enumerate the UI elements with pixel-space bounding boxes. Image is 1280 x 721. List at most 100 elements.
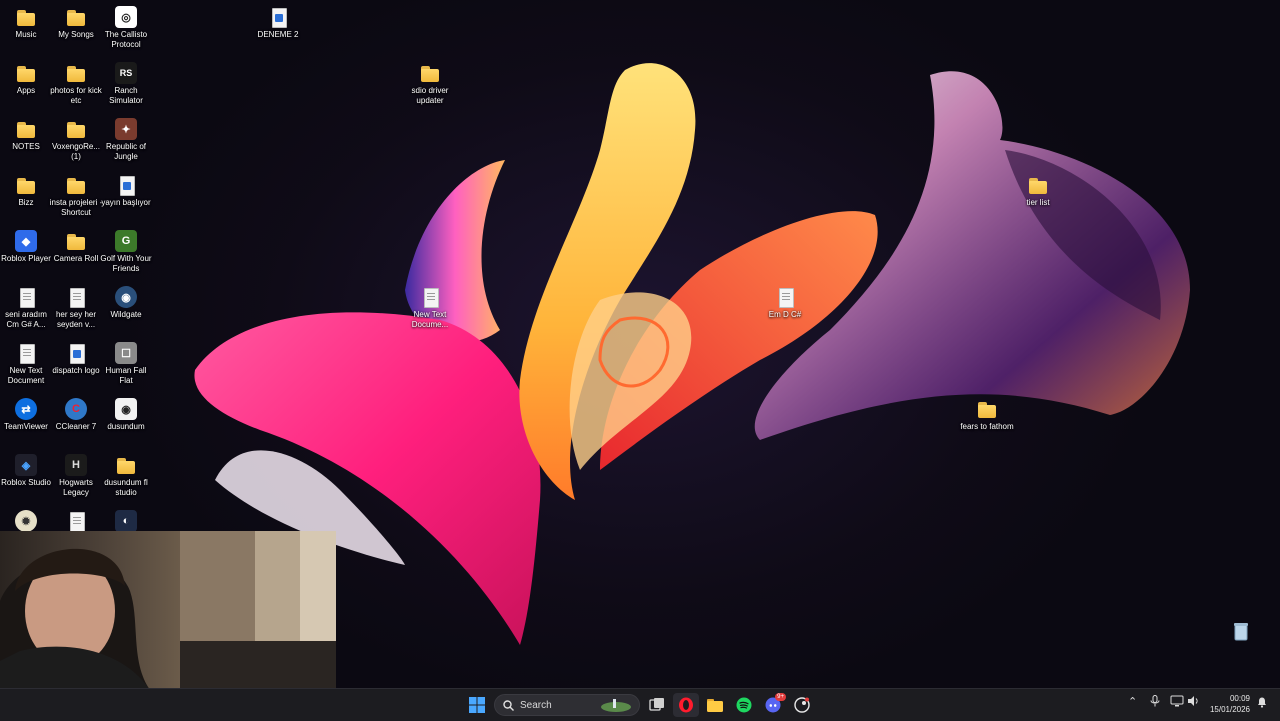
desktop-icon-hogwarts-legacy[interactable]: H Hogwarts Legacy	[50, 454, 102, 498]
desktop-icon-new-text-docume[interactable]: New Text Docume...	[404, 286, 456, 330]
desktop-icon-ccleaner[interactable]: C CCleaner 7	[50, 398, 102, 432]
recycle-bin-icon	[1230, 620, 1252, 642]
tray-overflow-chevron-icon[interactable]: ⌃	[1128, 695, 1137, 708]
taskbar-spotify[interactable]	[731, 693, 757, 717]
desktop-icon-my-songs[interactable]: My Songs	[50, 6, 102, 40]
ccleaner-icon: C	[65, 398, 87, 420]
desktop-icon-wildgate[interactable]: ◉ Wildgate	[100, 286, 152, 320]
golf-with-your-friends-icon: G	[115, 230, 137, 252]
desktop-icon-roblox-player[interactable]: ◆ Roblox Player	[0, 230, 52, 264]
desktop-icon-deneme-2[interactable]: DENEME 2	[252, 6, 304, 40]
hogwarts-legacy-icon: H	[65, 454, 87, 476]
document-icon	[65, 342, 87, 364]
folder-icon	[976, 398, 998, 420]
clock-date: 15/01/2026	[1209, 705, 1250, 714]
network-icon[interactable]	[1170, 695, 1184, 710]
teamviewer-icon: ⇄	[15, 398, 37, 420]
folder-icon	[15, 62, 37, 84]
notification-bell-icon[interactable]	[1256, 696, 1268, 711]
start-icon	[469, 697, 485, 713]
search-input[interactable]: Search	[494, 694, 640, 716]
roblox-player-icon: ◆	[15, 230, 37, 252]
folder-icon	[15, 118, 37, 140]
roblox-studio-icon: ◈	[15, 454, 37, 476]
app-icon: ✹	[15, 510, 37, 532]
desktop-icon-recycle-bin[interactable]	[1215, 620, 1267, 642]
volume-icon[interactable]	[1187, 695, 1200, 710]
text-document-icon	[15, 342, 37, 364]
desktop-icon-partial-2[interactable]	[50, 510, 102, 532]
desktop-icon-tier-list[interactable]: tier list	[1012, 174, 1064, 208]
desktop-icon-roblox-studio[interactable]: ◈ Roblox Studio	[0, 454, 52, 488]
text-document-icon	[15, 286, 37, 308]
spotify-icon	[736, 697, 752, 713]
desktop-icon-insta-projeleri[interactable]: insta projeleri - Shortcut	[50, 174, 102, 218]
folder-icon	[65, 62, 87, 84]
desktop-icon-bizz[interactable]: Bizz	[0, 174, 52, 208]
opera-icon	[679, 697, 693, 713]
desktop-icon-the-callisto-protocol[interactable]: ◎ The Callisto Protocol	[100, 6, 152, 50]
desktop-icon-partial-3[interactable]: ◐	[100, 510, 152, 532]
clock[interactable]: 00:09 15/01/2026	[1210, 693, 1250, 715]
desktop-icon-republic-of-jungle[interactable]: ✦ Republic of Jungle	[100, 118, 152, 162]
desktop[interactable]: Music My Songs ◎ The Callisto Protocol D…	[0, 0, 1280, 688]
ranch-simulator-icon: RS	[115, 62, 137, 84]
wildgate-icon: ◉	[115, 286, 137, 308]
desktop-icon-yayin-basliyor[interactable]: yayın başlıyor	[100, 174, 152, 208]
folder-icon	[419, 62, 441, 84]
folder-icon	[65, 230, 87, 252]
dusundum-icon: ◉	[115, 398, 137, 420]
desktop-icon-golf-with-your-friends[interactable]: G Golf With Your Friends	[100, 230, 152, 274]
taskbar-discord[interactable]: 9+	[760, 693, 786, 717]
desktop-icon-dusundum-fl-studio[interactable]: dusundum fl studio	[100, 454, 152, 498]
task-view-button[interactable]	[644, 693, 670, 717]
desktop-icon-camera-roll[interactable]: Camera Roll	[50, 230, 102, 264]
desktop-icon-teamviewer[interactable]: ⇄ TeamViewer	[0, 398, 52, 432]
start-button[interactable]	[464, 693, 490, 717]
search-highlight-icon	[601, 699, 631, 712]
desktop-icon-music[interactable]: Music	[0, 6, 52, 40]
desktop-icon-ranch-simulator[interactable]: RS Ranch Simulator	[100, 62, 152, 106]
desktop-icon-sdio-driver-updater[interactable]: sdio driver updater	[404, 62, 456, 106]
search-label: Search	[520, 699, 552, 711]
search-icon	[503, 699, 514, 711]
folder-icon	[65, 118, 87, 140]
desktop-icon-em-d-csharp[interactable]: Em D C#	[759, 286, 811, 320]
folder-icon	[115, 454, 137, 476]
desktop-icon-seni-aradim[interactable]: seni aradım Cm G# A...	[0, 286, 52, 330]
file-explorer-icon	[707, 699, 723, 712]
taskbar-steam[interactable]	[789, 693, 815, 717]
microphone-icon[interactable]	[1150, 695, 1160, 710]
desktop-icon-dispatch-logo[interactable]: dispatch logo	[50, 342, 102, 376]
task-view-icon	[649, 698, 664, 711]
clock-time: 00:09	[1229, 694, 1250, 703]
desktop-icon-apps[interactable]: Apps	[0, 62, 52, 96]
human-fall-flat-icon: ☐	[115, 342, 137, 364]
taskbar-opera[interactable]	[673, 693, 699, 717]
taskbar-file-explorer[interactable]	[702, 693, 728, 717]
text-document-icon	[419, 286, 441, 308]
webcam-feed	[0, 531, 336, 688]
desktop-icon-new-text-document[interactable]: New Text Document	[0, 342, 52, 386]
document-icon	[267, 6, 289, 28]
folder-icon	[15, 6, 37, 28]
desktop-icon-partial-1[interactable]: ✹	[0, 510, 52, 532]
app-icon: ◐	[115, 510, 137, 532]
text-document-icon	[65, 286, 87, 308]
document-icon	[115, 174, 137, 196]
republic-of-jungle-icon: ✦	[115, 118, 137, 140]
taskbar: Search 9+ ⌃ 00:09 15/01/2026	[0, 688, 1280, 721]
desktop-icon-dusundum[interactable]: ◉ dusundum	[100, 398, 152, 432]
desktop-icon-fears-to-fathom[interactable]: fears to fathom	[960, 398, 1014, 432]
folder-icon	[65, 6, 87, 28]
webcam-overlay	[0, 531, 336, 688]
desktop-icon-photos-for-kick[interactable]: photos for kick etc	[50, 62, 102, 106]
desktop-icon-notes[interactable]: NOTES	[0, 118, 52, 152]
desktop-icon-her-sey-her-seyden[interactable]: her sey her seyden v...	[50, 286, 102, 330]
desktop-icon-human-fall-flat[interactable]: ☐ Human Fall Flat	[100, 342, 152, 386]
desktop-icon-voxengo[interactable]: VoxengoRe... (1)	[50, 118, 102, 162]
folder-icon	[1027, 174, 1049, 196]
steam-icon	[794, 697, 810, 713]
discord-badge: 9+	[775, 693, 786, 701]
folder-shortcut-icon	[65, 174, 87, 196]
